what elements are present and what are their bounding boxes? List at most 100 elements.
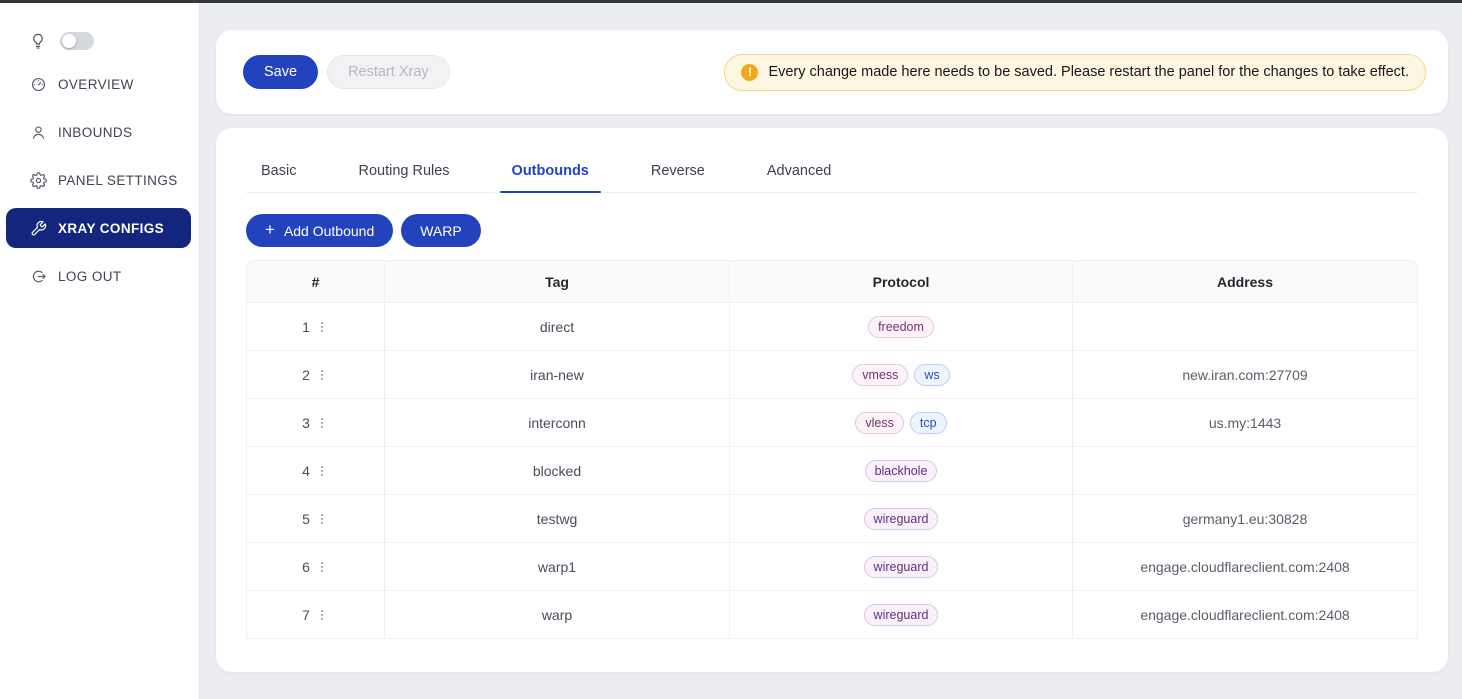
save-button[interactable]: Save	[243, 55, 318, 89]
tag-cell: blocked	[385, 447, 730, 495]
theme-toggle[interactable]	[60, 32, 94, 50]
row-number: 7	[302, 607, 310, 623]
add-outbound-button[interactable]: + Add Outbound	[246, 214, 393, 247]
outbounds-table: #TagProtocolAddress 1directfreedom 2 iran-…	[246, 260, 1418, 639]
row-number: 5	[302, 511, 310, 527]
protocol-cell: wireguard	[730, 495, 1073, 543]
protocol-badge-wireguard: wireguard	[864, 508, 939, 530]
tag-cell: warp1	[385, 543, 730, 591]
row-number-cell: 1	[246, 303, 385, 351]
table-row: 7warpwireguardengage.cloudflareclient.co…	[246, 591, 1418, 639]
tab-reverse[interactable]: Reverse	[639, 152, 717, 192]
add-outbound-label: Add Outbound	[284, 223, 374, 239]
protocol-badge-ws: ws	[914, 364, 949, 386]
protocol-badge-wireguard: wireguard	[864, 556, 939, 578]
restart-xray-button[interactable]: Restart Xray	[327, 55, 450, 89]
tab-basic[interactable]: Basic	[249, 152, 308, 192]
row-number-cell: 2	[246, 351, 385, 399]
row-menu-icon[interactable]	[315, 320, 329, 334]
row-number-group: 1	[302, 319, 329, 335]
address-cell: engage.cloudflareclient.com:2408	[1073, 543, 1418, 591]
protocol-badge-vmess: vmess	[852, 364, 908, 386]
tag-cell: testwg	[385, 495, 730, 543]
table-row: 5 testwg wireguard germany1.eu:30828	[246, 495, 1418, 543]
protocol-cell: wireguard	[730, 543, 1073, 591]
row-menu-icon[interactable]	[315, 464, 329, 478]
address-cell: germany1.eu:30828	[1073, 495, 1418, 543]
address-cell	[1073, 447, 1418, 495]
sidebar-item-label: XRAY CONFIGS	[58, 221, 164, 236]
tab-routing-rules[interactable]: Routing Rules	[346, 152, 461, 192]
actions-row: + Add Outbound WARP	[246, 214, 1418, 247]
sidebar-item-label: LOG OUT	[58, 269, 122, 284]
protocol-cell: vmessws	[730, 351, 1073, 399]
tag-cell: iran-new	[385, 351, 730, 399]
theme-row	[0, 3, 199, 57]
column-header-tag: Tag	[385, 260, 730, 303]
sidebar-item-xray-configs[interactable]: XRAY CONFIGS	[6, 208, 191, 248]
row-number: 2	[302, 367, 310, 383]
sidebar-item-label: PANEL SETTINGS	[58, 173, 178, 188]
table-row: 6 warp1 wireguard engage.cloudflareclient.c…	[246, 543, 1418, 591]
main-content: Save Restart Xray ! Every change made he…	[200, 3, 1462, 699]
user-icon	[30, 124, 47, 141]
protocol-cell: vless tcp	[730, 399, 1073, 447]
address-cell: new.iran.com:27709	[1073, 351, 1418, 399]
protocol-cell: blackhole	[730, 447, 1073, 495]
row-menu-icon[interactable]	[315, 608, 329, 622]
protocol-badge-blackhole: blackhole	[865, 460, 938, 482]
sidebar-item-overview[interactable]: OVERVIEW	[0, 60, 199, 108]
row-number-cell: 4	[246, 447, 385, 495]
content-card: Basic Routing Rules Outbounds Reverse Advanc…	[216, 128, 1448, 672]
row-number-group: 6	[302, 559, 329, 575]
sidebar-item-log-out[interactable]: LOG OUT	[0, 252, 199, 300]
lightbulb-icon	[29, 32, 47, 50]
row-number: 4	[302, 463, 310, 479]
row-number: 3	[302, 415, 310, 431]
toolbar-card: Save Restart Xray ! Every change made he…	[216, 30, 1448, 114]
row-number-group: 5	[302, 511, 329, 527]
column-header-protocol: Protocol	[730, 260, 1073, 303]
address-cell: us.my:1443	[1073, 399, 1418, 447]
row-number-group: 3	[302, 415, 329, 431]
table-row: 3interconnvlesstcpus.my:1443	[246, 399, 1418, 447]
address-cell	[1073, 303, 1418, 351]
alert-text: Every change made here needs to be saved…	[768, 64, 1409, 80]
table-header-row: #TagProtocolAddress	[246, 260, 1418, 303]
row-menu-icon[interactable]	[315, 416, 329, 430]
protocol-badge-vless: vless	[855, 412, 903, 434]
protocol-badge-freedom: freedom	[868, 316, 934, 338]
logout-icon	[30, 268, 47, 285]
row-menu-icon[interactable]	[315, 512, 329, 526]
protocol-badge-wireguard: wireguard	[864, 604, 939, 626]
sidebar-item-label: INBOUNDS	[58, 125, 132, 140]
top-accent-bar	[0, 0, 1462, 3]
protocol-badge-tcp: tcp	[910, 412, 947, 434]
plus-icon: +	[265, 221, 275, 238]
column-header-number: #	[246, 260, 385, 303]
row-number: 1	[302, 319, 310, 335]
gear-icon	[30, 172, 47, 189]
warning-icon: !	[741, 64, 758, 81]
dashboard-icon	[30, 76, 47, 93]
row-number-group: 7	[302, 607, 329, 623]
warp-button[interactable]: WARP	[401, 214, 480, 247]
table-body: 1directfreedom2iran-newvmesswsnew.iran.c…	[246, 303, 1418, 639]
table-row: 4 blocked blackhole	[246, 447, 1418, 495]
sidebar-item-panel-settings[interactable]: PANEL SETTINGS	[0, 156, 199, 204]
sidebar-item-inbounds[interactable]: INBOUNDS	[0, 108, 199, 156]
sidebar-nav: OVERVIEW INBOUNDS PANEL SETTINGS XRAY CONFI…	[0, 60, 199, 300]
address-cell: engage.cloudflareclient.com:2408	[1073, 591, 1418, 639]
protocol-cell: wireguard	[730, 591, 1073, 639]
protocol-cell: freedom	[730, 303, 1073, 351]
tab-advanced[interactable]: Advanced	[755, 152, 844, 192]
row-menu-icon[interactable]	[315, 368, 329, 382]
row-number: 6	[302, 559, 310, 575]
tab-outbounds[interactable]: Outbounds	[500, 152, 601, 192]
sidebar: OVERVIEW INBOUNDS PANEL SETTINGS XRAY CONFI…	[0, 3, 200, 699]
table-row: 1directfreedom	[246, 303, 1418, 351]
table-row: 2iran-newvmesswsnew.iran.com:27709	[246, 351, 1418, 399]
row-number-cell: 3	[246, 399, 385, 447]
warning-alert: ! Every change made here needs to be sav…	[724, 54, 1426, 91]
row-menu-icon[interactable]	[315, 560, 329, 574]
